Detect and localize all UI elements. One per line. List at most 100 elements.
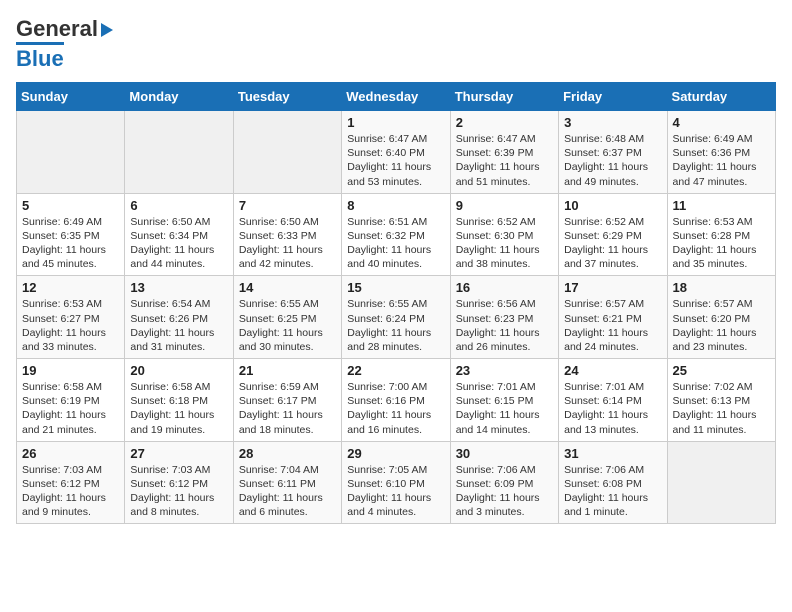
- calendar-cell: 28 Sunrise: 7:04 AM Sunset: 6:11 PM Dayli…: [233, 441, 341, 524]
- day-info: Sunrise: 6:55 AM Sunset: 6:24 PM Dayligh…: [347, 297, 444, 354]
- day-info: Sunrise: 6:52 AM Sunset: 6:30 PM Dayligh…: [456, 215, 553, 272]
- day-number: 4: [673, 115, 770, 130]
- calendar-cell: 20 Sunrise: 6:58 AM Sunset: 6:18 PM Dayli…: [125, 359, 233, 442]
- weekday-header: Sunday: [17, 83, 125, 111]
- calendar-table: SundayMondayTuesdayWednesdayThursdayFrid…: [16, 82, 776, 524]
- calendar-cell: 21Sunrise: 6:59 AM Sunset: 6:17 PM Dayli…: [233, 359, 341, 442]
- day-info: Sunrise: 6:53 AM Sunset: 6:28 PM Dayligh…: [673, 215, 770, 272]
- day-number: 19: [22, 363, 119, 378]
- calendar-week-row: 1 Sunrise: 6:47 AM Sunset: 6:40 PM Daylig…: [17, 111, 776, 194]
- day-info: Sunrise: 6:51 AM Sunset: 6:32 PM Dayligh…: [347, 215, 444, 272]
- day-info: Sunrise: 6:47 AM Sunset: 6:40 PM Dayligh…: [347, 132, 444, 189]
- day-number: 12: [22, 280, 119, 295]
- calendar-cell: 2 Sunrise: 6:47 AM Sunset: 6:39 PM Daylig…: [450, 111, 558, 194]
- day-info: Sunrise: 7:01 AM Sunset: 6:15 PM Dayligh…: [456, 380, 553, 437]
- calendar-cell: 15 Sunrise: 6:55 AM Sunset: 6:24 PM Dayli…: [342, 276, 450, 359]
- day-info: Sunrise: 7:02 AM Sunset: 6:13 PM Dayligh…: [673, 380, 770, 437]
- day-info: Sunrise: 6:57 AM Sunset: 6:20 PM Dayligh…: [673, 297, 770, 354]
- calendar-week-row: 12 Sunrise: 6:53 AM Sunset: 6:27 PM Dayli…: [17, 276, 776, 359]
- day-number: 13: [130, 280, 227, 295]
- weekday-header: Tuesday: [233, 83, 341, 111]
- day-info: Sunrise: 6:53 AM Sunset: 6:27 PM Dayligh…: [22, 297, 119, 354]
- day-info: Sunrise: 6:57 AM Sunset: 6:21 PM Dayligh…: [564, 297, 661, 354]
- day-number: 25: [673, 363, 770, 378]
- calendar-cell: 23 Sunrise: 7:01 AM Sunset: 6:15 PM Dayli…: [450, 359, 558, 442]
- day-info: Sunrise: 6:47 AM Sunset: 6:39 PM Dayligh…: [456, 132, 553, 189]
- day-number: 10: [564, 198, 661, 213]
- day-info: Sunrise: 7:05 AM Sunset: 6:10 PM Dayligh…: [347, 463, 444, 520]
- calendar-week-row: 19 Sunrise: 6:58 AM Sunset: 6:19 PM Dayli…: [17, 359, 776, 442]
- calendar-cell: 1 Sunrise: 6:47 AM Sunset: 6:40 PM Daylig…: [342, 111, 450, 194]
- weekday-header: Saturday: [667, 83, 775, 111]
- day-info: Sunrise: 7:03 AM Sunset: 6:12 PM Dayligh…: [130, 463, 227, 520]
- calendar-cell: 10 Sunrise: 6:52 AM Sunset: 6:29 PM Dayli…: [559, 193, 667, 276]
- day-info: Sunrise: 6:58 AM Sunset: 6:18 PM Dayligh…: [130, 380, 227, 437]
- day-number: 31: [564, 446, 661, 461]
- day-number: 17: [564, 280, 661, 295]
- day-number: 27: [130, 446, 227, 461]
- calendar-cell: [17, 111, 125, 194]
- day-info: Sunrise: 6:56 AM Sunset: 6:23 PM Dayligh…: [456, 297, 553, 354]
- calendar-cell: 14 Sunrise: 6:55 AM Sunset: 6:25 PM Dayli…: [233, 276, 341, 359]
- day-number: 15: [347, 280, 444, 295]
- calendar-cell: 25 Sunrise: 7:02 AM Sunset: 6:13 PM Dayli…: [667, 359, 775, 442]
- day-number: 23: [456, 363, 553, 378]
- calendar-cell: 13 Sunrise: 6:54 AM Sunset: 6:26 PM Dayli…: [125, 276, 233, 359]
- day-info: Sunrise: 7:06 AM Sunset: 6:08 PM Dayligh…: [564, 463, 661, 520]
- weekday-header: Wednesday: [342, 83, 450, 111]
- calendar-cell: [667, 441, 775, 524]
- day-number: 11: [673, 198, 770, 213]
- weekday-header: Friday: [559, 83, 667, 111]
- day-number: 24: [564, 363, 661, 378]
- day-number: 3: [564, 115, 661, 130]
- calendar-cell: 7 Sunrise: 6:50 AM Sunset: 6:33 PM Daylig…: [233, 193, 341, 276]
- calendar-cell: 31 Sunrise: 7:06 AM Sunset: 6:08 PM Dayli…: [559, 441, 667, 524]
- day-info: Sunrise: 6:50 AM Sunset: 6:33 PM Dayligh…: [239, 215, 336, 272]
- calendar-cell: 27 Sunrise: 7:03 AM Sunset: 6:12 PM Dayli…: [125, 441, 233, 524]
- day-info: Sunrise: 7:01 AM Sunset: 6:14 PM Dayligh…: [564, 380, 661, 437]
- day-info: Sunrise: 6:50 AM Sunset: 6:34 PM Dayligh…: [130, 215, 227, 272]
- day-number: 18: [673, 280, 770, 295]
- day-number: 2: [456, 115, 553, 130]
- calendar-cell: 18 Sunrise: 6:57 AM Sunset: 6:20 PM Dayli…: [667, 276, 775, 359]
- calendar-cell: 19 Sunrise: 6:58 AM Sunset: 6:19 PM Dayli…: [17, 359, 125, 442]
- day-number: 6: [130, 198, 227, 213]
- calendar-cell: 29Sunrise: 7:05 AM Sunset: 6:10 PM Dayli…: [342, 441, 450, 524]
- day-info: Sunrise: 6:58 AM Sunset: 6:19 PM Dayligh…: [22, 380, 119, 437]
- logo-general: General: [16, 16, 98, 42]
- calendar-cell: 12 Sunrise: 6:53 AM Sunset: 6:27 PM Dayli…: [17, 276, 125, 359]
- day-number: 5: [22, 198, 119, 213]
- day-number: 7: [239, 198, 336, 213]
- calendar-cell: 30 Sunrise: 7:06 AM Sunset: 6:09 PM Dayli…: [450, 441, 558, 524]
- day-number: 22: [347, 363, 444, 378]
- day-info: Sunrise: 6:54 AM Sunset: 6:26 PM Dayligh…: [130, 297, 227, 354]
- calendar-week-row: 26 Sunrise: 7:03 AM Sunset: 6:12 PM Dayli…: [17, 441, 776, 524]
- day-number: 20: [130, 363, 227, 378]
- day-number: 1: [347, 115, 444, 130]
- day-info: Sunrise: 6:49 AM Sunset: 6:36 PM Dayligh…: [673, 132, 770, 189]
- day-info: Sunrise: 6:59 AM Sunset: 6:17 PM Dayligh…: [239, 380, 336, 437]
- day-number: 26: [22, 446, 119, 461]
- day-number: 28: [239, 446, 336, 461]
- day-info: Sunrise: 7:03 AM Sunset: 6:12 PM Dayligh…: [22, 463, 119, 520]
- day-number: 9: [456, 198, 553, 213]
- calendar-cell: [125, 111, 233, 194]
- calendar-cell: [233, 111, 341, 194]
- day-info: Sunrise: 7:06 AM Sunset: 6:09 PM Dayligh…: [456, 463, 553, 520]
- day-number: 8: [347, 198, 444, 213]
- calendar-cell: 22Sunrise: 7:00 AM Sunset: 6:16 PM Dayli…: [342, 359, 450, 442]
- day-number: 14: [239, 280, 336, 295]
- day-info: Sunrise: 6:52 AM Sunset: 6:29 PM Dayligh…: [564, 215, 661, 272]
- calendar-cell: 3Sunrise: 6:48 AM Sunset: 6:37 PM Daylig…: [559, 111, 667, 194]
- calendar-cell: 4 Sunrise: 6:49 AM Sunset: 6:36 PM Daylig…: [667, 111, 775, 194]
- calendar-cell: 16 Sunrise: 6:56 AM Sunset: 6:23 PM Dayli…: [450, 276, 558, 359]
- logo-blue: Blue: [16, 42, 64, 72]
- day-info: Sunrise: 7:04 AM Sunset: 6:11 PM Dayligh…: [239, 463, 336, 520]
- day-info: Sunrise: 6:55 AM Sunset: 6:25 PM Dayligh…: [239, 297, 336, 354]
- day-number: 16: [456, 280, 553, 295]
- calendar-cell: 17 Sunrise: 6:57 AM Sunset: 6:21 PM Dayli…: [559, 276, 667, 359]
- logo-arrow-icon: [101, 23, 113, 37]
- calendar-week-row: 5Sunrise: 6:49 AM Sunset: 6:35 PM Daylig…: [17, 193, 776, 276]
- day-number: 30: [456, 446, 553, 461]
- page-header: General Blue: [16, 16, 776, 72]
